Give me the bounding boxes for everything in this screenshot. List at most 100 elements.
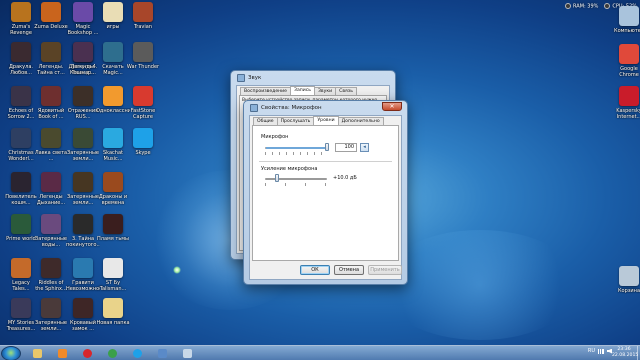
mic-properties-window[interactable]: Свойства: Микрофон ✕ Общие Прослушать Ур… — [243, 100, 408, 285]
taskbar-photos-button[interactable] — [151, 347, 173, 360]
sound-window-titlebar[interactable]: Звук — [231, 71, 395, 85]
desktop-icon-label: Magic Bookshop ... — [67, 24, 99, 36]
app-icon — [133, 42, 153, 62]
mic-level-slider[interactable] — [265, 147, 328, 149]
desktop-icon[interactable]: Легенды. Кошмар... — [66, 42, 100, 90]
desktop-icon[interactable]: 3. Тайна покинутого... — [66, 214, 100, 262]
tab-recording[interactable]: Запись — [290, 86, 315, 95]
desktop-icon[interactable]: Ядовитый Book of ... — [34, 86, 68, 134]
taskbar: RU 23:36 22.08.2015 — [0, 345, 640, 360]
app-icon — [73, 2, 93, 22]
system-tray: RU — [588, 348, 612, 354]
tab-sounds[interactable]: Звуки — [313, 87, 337, 95]
taskbar-skype-button[interactable] — [126, 347, 148, 360]
desktop-icon-label: Гравити Невозможное... — [66, 280, 100, 292]
desktop-icon-label: Затерянные земли... — [66, 194, 99, 206]
clock[interactable]: 23:36 22.08.2015 — [612, 347, 638, 359]
desktop-icon[interactable]: Кровавый замок ... — [66, 298, 100, 346]
tab-listen[interactable]: Прослушать — [276, 117, 315, 125]
app-icon — [11, 214, 31, 234]
desktop-icon[interactable]: Дракула. Любов... — [4, 42, 38, 90]
sound-tabs: Воспроизведение Запись Звуки Связь — [237, 86, 389, 95]
desktop-icon[interactable]: FastStone Capture — [126, 86, 160, 134]
ok-button[interactable]: ОК — [300, 265, 330, 275]
desktop-icon[interactable]: War Thunder — [126, 42, 160, 90]
microphone-icon — [250, 104, 258, 112]
wallpaper-glow — [380, 230, 580, 340]
desktop-icon[interactable]: Затерянные земли... — [66, 172, 100, 220]
desktop-icon[interactable]: Корзина — [612, 266, 640, 314]
desktop-icon[interactable]: Kaspersky Internet... — [612, 86, 640, 134]
tab-general[interactable]: Общие — [253, 117, 278, 125]
desktop-icon-label: Kaspersky Internet... — [616, 108, 640, 120]
levels-separator — [259, 161, 392, 162]
desktop-icon[interactable]: Затерянные земли... — [66, 128, 100, 176]
close-button[interactable]: ✕ — [382, 102, 402, 111]
desktop-icon-label: Одноклассники — [96, 108, 130, 114]
language-indicator[interactable]: RU — [588, 348, 595, 354]
desktop-icon[interactable]: Christmas Wonderl... — [4, 128, 38, 176]
app-icon — [41, 2, 61, 22]
media-player-icon — [57, 349, 67, 358]
desktop-icon[interactable]: Одноклассники — [96, 86, 130, 134]
taskbar-explorer-button[interactable] — [26, 347, 48, 360]
desktop-icon-label: Скачать Magic... — [102, 64, 124, 76]
tab-levels[interactable]: Уровни — [313, 116, 339, 125]
boost-thumb[interactable] — [275, 174, 279, 182]
desktop-icon-label: Prime world — [6, 236, 36, 242]
gauge-icon — [565, 3, 571, 10]
tab-communications[interactable]: Связь — [335, 87, 357, 95]
desktop-icon-label: Лавка света ... — [34, 150, 68, 162]
desktop-icon[interactable]: Скачать Magic... — [96, 42, 130, 90]
mic-level-value[interactable]: 100 — [335, 143, 357, 152]
start-button[interactable] — [1, 346, 21, 360]
desktop-icon[interactable]: MY Stories Treasures... — [4, 298, 38, 346]
desktop-icon-label: Легенды. Тайна ст... — [37, 64, 65, 76]
desktop-icon-label: MY Stories Treasures... — [6, 320, 36, 332]
desktop-icon[interactable]: Echoes of Sorrow 2... — [4, 86, 38, 134]
desktop-icon-label: Дракула. Любов... — [9, 64, 33, 76]
desktop-icon-label: Пламя тьмы — [97, 236, 129, 242]
explorer-icon — [32, 349, 42, 358]
desktop-icon[interactable]: Легенды. Тайна ст... — [34, 42, 68, 90]
network-icon[interactable] — [598, 348, 604, 354]
apply-button[interactable]: Применить — [368, 265, 402, 275]
desktop-icon[interactable]: Затерянные воды... — [34, 214, 68, 262]
mic-level-thumb[interactable] — [325, 143, 329, 151]
desktop-icon[interactable]: Отражения RUS... — [66, 86, 100, 134]
app-icon — [103, 214, 123, 234]
tab-advanced[interactable]: Дополнительно — [337, 117, 384, 125]
app-icon — [41, 86, 61, 106]
app-icon — [11, 258, 31, 278]
desktop-icon[interactable]: Легенды Дыхание... — [34, 172, 68, 220]
taskbar-opera-button[interactable] — [76, 347, 98, 360]
cancel-button[interactable]: Отмена — [334, 265, 364, 275]
taskbar-media-player-button[interactable] — [51, 347, 73, 360]
desktop-icon[interactable]: Prime world — [4, 214, 38, 262]
gauge-icon — [604, 3, 611, 10]
desktop-icon[interactable]: Google Chrome — [612, 44, 640, 92]
tab-playback[interactable]: Воспроизведение — [240, 87, 291, 95]
app-icon — [103, 128, 123, 148]
opera-icon — [82, 349, 92, 358]
desktop-icon[interactable]: Лавка света ... — [34, 128, 68, 176]
photos-icon — [157, 349, 167, 358]
app-icon — [73, 298, 93, 318]
taskbar-chrome-button[interactable] — [101, 347, 123, 360]
app-icon — [73, 172, 93, 192]
desktop-icon[interactable]: Новая папка — [96, 298, 130, 346]
app-icon — [103, 298, 123, 318]
desktop-icon-label: Riddles of the Sphinx... — [35, 280, 67, 292]
speaker-mute-icon[interactable]: ◂ — [360, 143, 369, 152]
desktop-icon[interactable]: Затерянные земли... — [34, 298, 68, 346]
desktop-icon[interactable]: Skype — [126, 128, 160, 176]
desktop-icon[interactable]: Skachat Music... — [96, 128, 130, 176]
desktop-icon[interactable]: Драконы и времена — [96, 172, 130, 220]
desktop-icon-label: 3. Тайна покинутого... — [66, 236, 100, 248]
mic-level-fill — [266, 147, 328, 149]
desktop-icon-label: Драконы и времена — [98, 194, 128, 206]
desktop-icon-label: Легенды Дыхание... — [36, 194, 66, 206]
taskbar-speaker-button[interactable] — [176, 347, 198, 360]
desktop-icon[interactable]: Повелитель кошм... — [4, 172, 38, 220]
desktop-icon[interactable]: Пламя тьмы — [96, 214, 130, 262]
